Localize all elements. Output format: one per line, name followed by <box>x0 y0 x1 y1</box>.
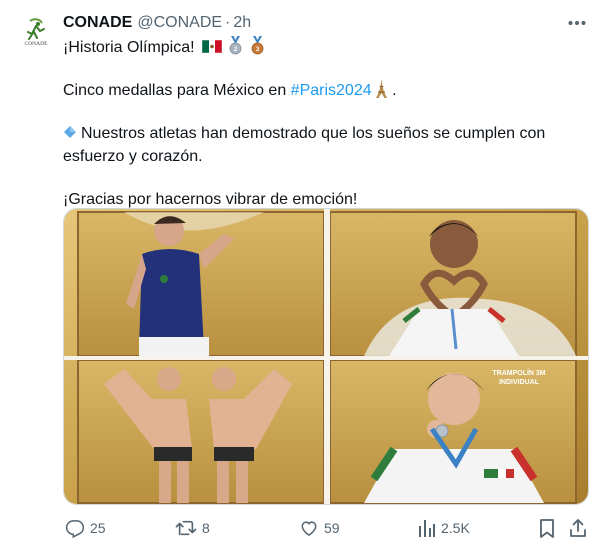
tweet-header: CONADE @CONADE · 2h <box>63 12 593 34</box>
display-name[interactable]: CONADE <box>63 14 132 32</box>
user-handle[interactable]: @CONADE <box>137 14 222 32</box>
reply-icon <box>65 520 85 538</box>
collage-panel-heart-hands <box>329 211 577 357</box>
more-icon <box>568 21 586 25</box>
share-button[interactable] <box>568 516 588 540</box>
avatar-logo-text: CONADE <box>25 41 49 47</box>
tweet-line-1-text: ¡Historia Olímpica! <box>63 39 195 56</box>
repost-icon <box>175 520 197 536</box>
share-icon <box>570 519 586 537</box>
timestamp[interactable]: 2h <box>233 14 251 32</box>
bronze-medal-icon: 3 <box>251 36 264 55</box>
views-icon <box>419 520 435 537</box>
separator-dot: · <box>225 14 231 31</box>
panel-caption-line-1: TRAMPOLÍN 3M <box>492 368 545 377</box>
repost-count: 8 <box>202 520 210 536</box>
tweet-line-2-end: . <box>387 82 397 99</box>
tweet-body: CONADE @CONADE · 2h ¡Historia Olímpica! … <box>63 12 593 211</box>
repost-button[interactable]: 8 <box>175 516 210 540</box>
tweet-line-2-text: Cinco medallas para México en <box>63 82 291 99</box>
bookmark-button[interactable] <box>538 516 556 540</box>
tweet-media-image[interactable]: TRAMPOLÍN 3M INDIVIDUAL <box>63 208 589 505</box>
collage-panel-boxer <box>77 211 325 357</box>
athletes-collage: TRAMPOLÍN 3M INDIVIDUAL <box>64 209 588 504</box>
collage-panel-medalist: TRAMPOLÍN 3M INDIVIDUAL <box>329 359 577 504</box>
like-count: 59 <box>324 520 340 536</box>
bookmark-icon <box>540 519 554 538</box>
action-bar: 25 8 59 2.5K <box>63 516 593 540</box>
views-button[interactable]: 2.5K <box>418 516 470 540</box>
like-button[interactable]: 59 <box>299 516 340 540</box>
like-icon <box>301 521 317 536</box>
more-options-button[interactable] <box>565 12 589 34</box>
mexico-flag-icon <box>202 40 223 53</box>
tweet-text: ¡Historia Olímpica! 2 3 Cinco medallas p <box>63 36 568 211</box>
avatar[interactable]: CONADE <box>16 12 56 52</box>
eiffel-tower-icon <box>375 79 387 98</box>
reply-count: 25 <box>90 520 106 536</box>
tweet-line-2: Cinco medallas para México en #Paris2024… <box>63 79 568 102</box>
views-count: 2.5K <box>441 520 470 536</box>
conade-logo: CONADE <box>16 12 56 52</box>
tweet-line-3-text: Nuestros atletas han demostrado que los … <box>63 125 546 165</box>
reply-button[interactable]: 25 <box>65 516 106 540</box>
panel-caption-line-2: INDIVIDUAL <box>499 379 540 386</box>
silver-medal-icon: 2 <box>230 36 242 55</box>
collage-panel-divers <box>77 359 325 504</box>
tweet-line-3: Nuestros atletas han demostrado que los … <box>63 122 568 168</box>
blue-diamond-icon <box>64 126 76 138</box>
hashtag-link[interactable]: #Paris2024 <box>291 82 372 99</box>
tweet-line-1: ¡Historia Olímpica! 2 3 <box>63 36 568 59</box>
